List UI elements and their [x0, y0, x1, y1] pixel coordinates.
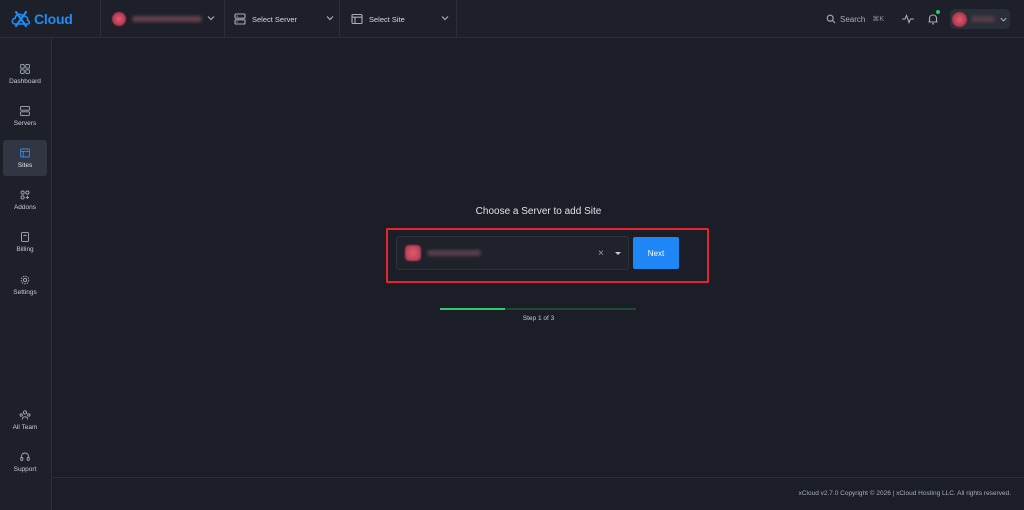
xcloud-logo[interactable]: Cloud: [10, 9, 73, 29]
sidebar-item-label: Sites: [17, 161, 33, 169]
sidebar-item-label: Dashboard: [9, 77, 41, 85]
sidebar-item-all-team[interactable]: All Team: [3, 402, 47, 438]
server-icon: [234, 13, 246, 25]
chevron-down-icon: [1000, 17, 1007, 22]
divider: [224, 0, 225, 38]
top-bar: Cloud Select Server Select Site Search ⌘…: [0, 0, 1024, 38]
caret-down-icon[interactable]: [615, 252, 621, 255]
footer: xCloud v2.7.0 Copyright © 2026 | xCloud …: [53, 477, 1024, 510]
chevron-down-icon[interactable]: [325, 13, 335, 23]
sidebar-item-support[interactable]: Support: [3, 444, 47, 480]
search-button[interactable]: Search ⌘K: [826, 0, 884, 38]
sidebar-item-addons[interactable]: Addons: [3, 182, 47, 218]
logo-text: Cloud: [34, 11, 73, 27]
divider: [100, 0, 101, 38]
sidebar-item-billing[interactable]: Billing: [3, 224, 47, 260]
sidebar-item-label: Servers: [13, 119, 37, 127]
pulse-icon[interactable]: [901, 12, 915, 26]
next-button[interactable]: Next: [633, 237, 679, 269]
cloud-logo-icon: [11, 10, 31, 28]
sidebar-item-label: All Team: [12, 423, 38, 431]
sidebar-item-dashboard[interactable]: Dashboard: [3, 56, 47, 92]
grid-icon: [20, 63, 30, 74]
main-content: Choose a Server to add Site × Next Step …: [53, 38, 1024, 510]
sidebar-item-label: Billing: [16, 245, 34, 253]
team-icon: [19, 409, 31, 420]
browser-window-icon: [351, 13, 363, 25]
sidebar-item-label: Support: [13, 465, 37, 473]
clear-selection-icon[interactable]: ×: [598, 248, 604, 259]
step-indicator: Step 1 of 3: [522, 315, 555, 322]
chevron-down-icon[interactable]: [440, 13, 450, 23]
sidebar: Dashboard Servers Sites Addons Billing S…: [0, 38, 52, 510]
notification-dot: [936, 10, 940, 14]
copyright-text: xCloud v2.7.0 Copyright © 2026 | xCloud …: [798, 490, 1011, 497]
progress-bar: [440, 308, 636, 310]
user-name-obscured: [971, 16, 995, 22]
user-menu[interactable]: [950, 9, 1010, 29]
chevron-down-icon[interactable]: [206, 13, 216, 23]
sidebar-item-servers[interactable]: Servers: [3, 98, 47, 134]
sidebar-item-label: Addons: [13, 203, 37, 211]
sidebar-item-sites[interactable]: Sites: [3, 140, 47, 176]
progress-fill: [440, 308, 506, 310]
search-label: Search: [840, 14, 866, 24]
addons-icon: [20, 190, 30, 199]
site-selector[interactable]: Select Site: [351, 0, 405, 38]
sidebar-item-label: Settings: [13, 288, 37, 296]
server-selector-label: Select Server: [252, 14, 298, 24]
sidebar-item-settings[interactable]: Settings: [3, 267, 47, 303]
team-name-obscured: [132, 16, 202, 22]
server-selector[interactable]: Select Server: [234, 0, 297, 38]
bell-icon[interactable]: [926, 12, 940, 26]
server-avatar: [405, 245, 421, 261]
site-selector-label: Select Site: [369, 14, 405, 24]
browser-window-icon: [20, 148, 30, 157]
search-shortcut: ⌘K: [872, 16, 885, 23]
server-icon: [20, 105, 30, 116]
headset-icon: [20, 452, 30, 461]
team-avatar: [112, 12, 126, 26]
divider: [339, 0, 340, 38]
invoice-icon: [21, 231, 29, 242]
gear-icon: [20, 275, 30, 284]
page-title: Choose a Server to add Site: [475, 206, 602, 217]
avatar: [952, 11, 967, 27]
server-name-obscured: [427, 250, 481, 256]
divider: [456, 0, 457, 38]
server-select-dropdown[interactable]: [396, 236, 629, 270]
search-icon: [826, 14, 836, 24]
